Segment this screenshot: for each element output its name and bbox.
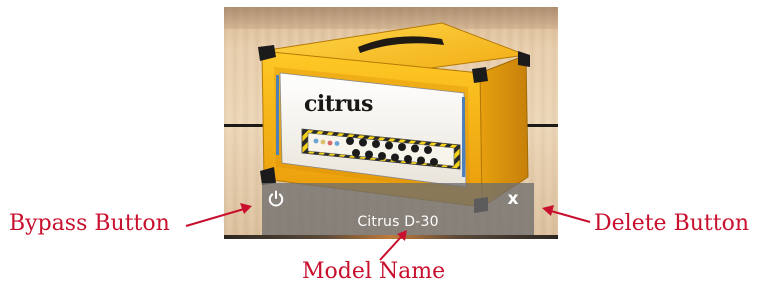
callout-model-name: Model Name <box>302 259 446 284</box>
model-name: Citrus D-30 <box>357 214 439 230</box>
control-bar: x Citrus D-30 <box>262 183 534 235</box>
amp-logo: citrus <box>304 91 373 117</box>
callout-bypass-button: Bypass Button <box>9 211 170 236</box>
callout-delete-button: Delete Button <box>594 211 749 236</box>
power-icon <box>268 190 284 207</box>
bypass-button[interactable] <box>266 189 286 209</box>
amp-model-tile[interactable]: citrus x Citrus D-30 <box>224 7 558 239</box>
close-icon: x <box>507 189 519 209</box>
delete-button[interactable]: x <box>504 189 522 209</box>
tile-bottom-edge <box>224 235 558 239</box>
